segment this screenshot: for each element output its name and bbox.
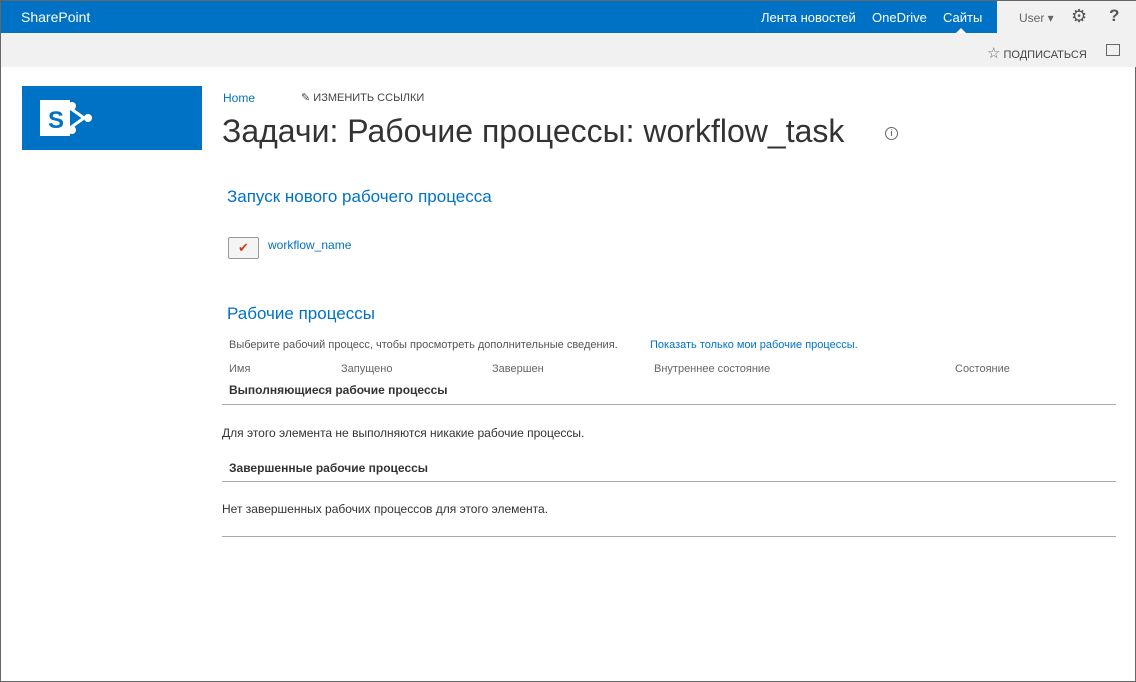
col-status[interactable]: Состояние xyxy=(955,363,1010,375)
pencil-icon: ✎ xyxy=(301,92,311,104)
running-heading: Выполняющиеся рабочие процессы xyxy=(229,383,448,397)
workflow-icon[interactable]: ✔ xyxy=(228,237,259,259)
workflow-link[interactable]: workflow_name xyxy=(268,238,351,252)
brand-link[interactable]: SharePoint xyxy=(21,9,90,25)
focus-icon[interactable] xyxy=(1106,44,1120,56)
ribbon-bar xyxy=(1,33,1136,67)
running-empty: Для этого элемента не выполняются никаки… xyxy=(222,426,585,440)
site-logo[interactable]: S xyxy=(22,86,202,150)
divider xyxy=(222,481,1116,482)
user-menu[interactable]: User ▾ xyxy=(1019,11,1054,25)
follow-button[interactable]: ☆ ПОДПИСАТЬСЯ xyxy=(987,44,1087,62)
nav-newsfeed[interactable]: Лента новостей xyxy=(761,10,856,25)
completed-heading: Завершенные рабочие процессы xyxy=(229,461,429,475)
col-name[interactable]: Имя xyxy=(229,363,250,375)
svg-text:S: S xyxy=(48,107,64,134)
page-title: Задачи: Рабочие процессы: workflow_task xyxy=(222,113,845,149)
breadcrumb-home[interactable]: Home xyxy=(223,91,255,105)
workflows-heading: Рабочие процессы xyxy=(227,304,375,323)
start-heading: Запуск нового рабочего процесса xyxy=(227,187,492,206)
show-mine-link[interactable]: Показать только мои рабочие процессы. xyxy=(650,339,858,351)
completed-empty: Нет завершенных рабочих процессов для эт… xyxy=(222,502,549,516)
edit-links-button[interactable]: ✎ ИЗМЕНИТЬ ССЫЛКИ xyxy=(301,91,424,104)
gear-icon[interactable]: ⚙ xyxy=(1071,6,1087,27)
edit-links-label: ИЗМЕНИТЬ ССЫЛКИ xyxy=(313,92,425,104)
info-icon[interactable]: i xyxy=(885,127,898,140)
divider xyxy=(222,536,1116,537)
col-started[interactable]: Запущено xyxy=(341,363,392,375)
nav-onedrive[interactable]: OneDrive xyxy=(872,10,927,25)
divider xyxy=(222,404,1116,405)
col-internal-status[interactable]: Внутреннее состояние xyxy=(654,363,770,375)
nav-sites[interactable]: Сайты xyxy=(943,10,982,25)
star-icon: ☆ xyxy=(987,45,1001,62)
help-icon[interactable]: ? xyxy=(1109,6,1119,26)
follow-label: ПОДПИСАТЬСЯ xyxy=(1003,49,1087,61)
workflows-hint: Выберите рабочий процесс, чтобы просмотр… xyxy=(229,339,618,351)
col-ended[interactable]: Завершен xyxy=(492,363,544,375)
